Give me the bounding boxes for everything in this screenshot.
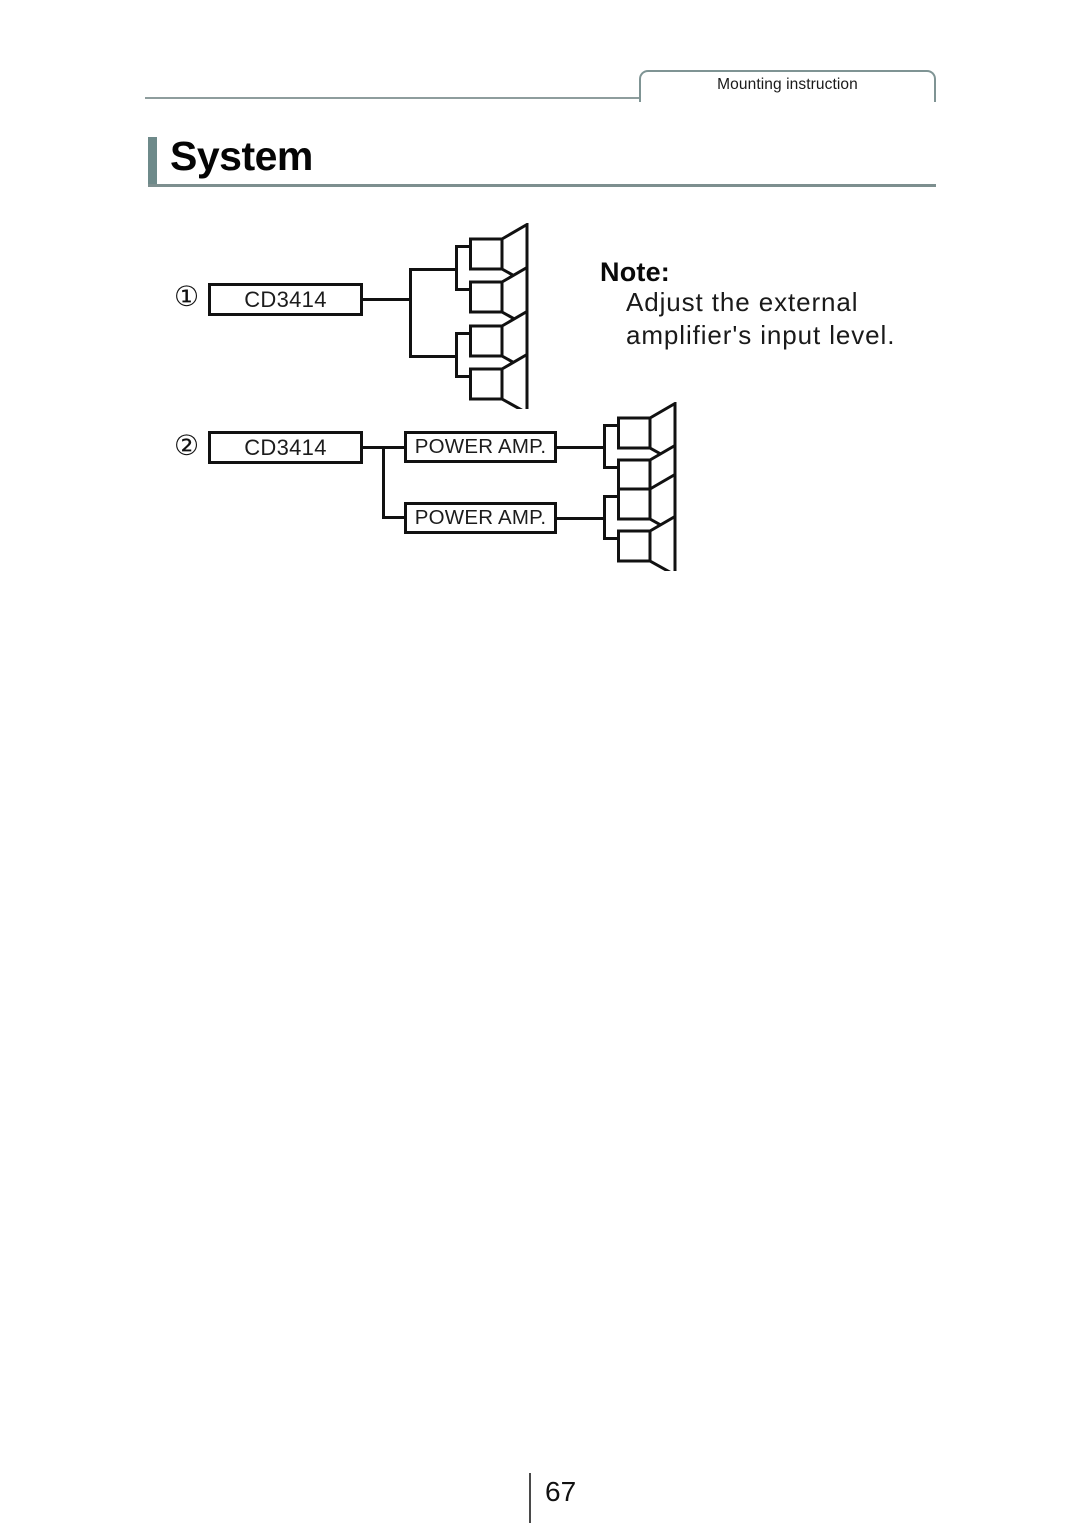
- diagram-2-branch-lower: [382, 516, 406, 519]
- diagram-1-marker: ①: [174, 280, 200, 313]
- page-title: System: [170, 133, 313, 179]
- diagram-2-pair-b-bus: [603, 495, 606, 540]
- header-rule: [145, 97, 641, 99]
- diagram-1-branch-upper: [409, 268, 457, 271]
- diagram-2-branch-upper: [382, 446, 406, 449]
- note-title: Note:: [600, 257, 670, 287]
- footer-divider: [529, 1473, 531, 1523]
- title-accent-bar: [148, 137, 157, 186]
- manual-page: Mounting instruction System ① CD3414 Not…: [0, 0, 1080, 1533]
- diagram-2-amp-label: POWER AMP.: [414, 435, 547, 458]
- diagram-2-split-bus: [382, 446, 385, 518]
- diagram-2-amp-out-upper: [557, 446, 605, 449]
- diagram-2-marker: ②: [174, 429, 200, 462]
- diagram-2-pair-a-bus: [603, 424, 606, 469]
- diagram-1-source-label: CD3414: [244, 286, 327, 312]
- title-underline: [148, 184, 936, 187]
- chapter-tab-label: Mounting instruction: [717, 76, 858, 93]
- diagram-2-source-box: CD3414: [208, 431, 363, 464]
- diagram-1-pair-a-bus: [455, 245, 458, 291]
- diagram-1-branch-lower: [409, 355, 457, 358]
- speaker-icon: [617, 515, 679, 571]
- diagram-2-source-label: CD3414: [244, 434, 327, 460]
- diagram-2-amp-label: POWER AMP.: [414, 506, 547, 529]
- note-line: Adjust the external: [626, 287, 859, 318]
- diagram-1-split-bus: [409, 268, 412, 358]
- chapter-tab: Mounting instruction: [639, 70, 936, 102]
- diagram-2-amp-out-lower: [557, 517, 605, 520]
- diagram-1-source-box: CD3414: [208, 283, 363, 316]
- page-number: 67: [545, 1476, 577, 1507]
- diagram-2-amp-box: POWER AMP.: [404, 502, 557, 534]
- diagram-2-amp-box: POWER AMP.: [404, 431, 557, 463]
- speaker-icon: [469, 353, 531, 409]
- diagram-1-pair-b-bus: [455, 332, 458, 378]
- note-block: Note: Adjust the external amplifier's in…: [600, 258, 895, 351]
- note-line: amplifier's input level.: [626, 319, 896, 350]
- diagram-1-trunk-wire: [363, 298, 411, 301]
